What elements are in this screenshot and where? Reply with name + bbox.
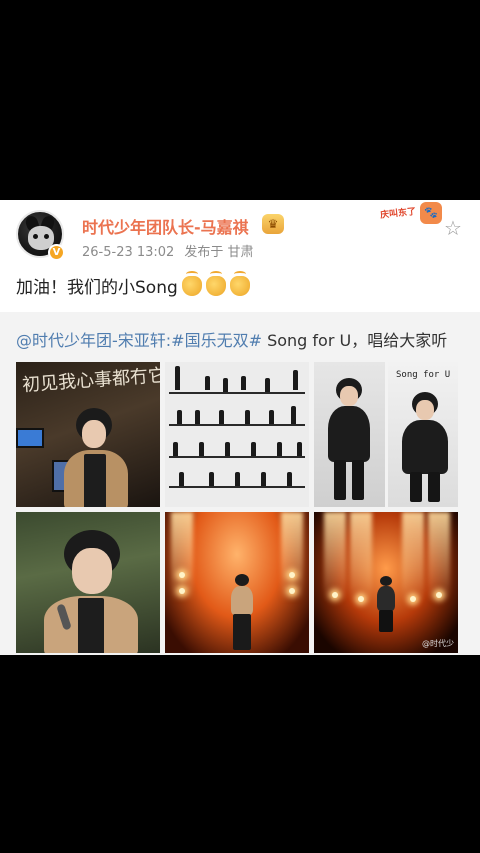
photo-watermark: @时代少: [422, 639, 454, 648]
person-suit: [328, 406, 370, 462]
stage-light-beam: [324, 512, 346, 602]
photo-figure: [277, 442, 282, 456]
clapping-hands-icon: [229, 271, 250, 296]
stage-spotlight: [358, 596, 364, 602]
stage-spotlight: [179, 588, 185, 594]
clapping-hands-icon: [181, 271, 202, 296]
person-face: [340, 386, 358, 406]
stage-spotlight: [410, 596, 416, 602]
decor-sticker: 庆叫东了 🐾: [380, 202, 446, 226]
stage-light-beam: [402, 512, 424, 602]
stage-spotlight: [436, 592, 442, 598]
repost-topic-link[interactable]: :#国乐无双#: [166, 331, 262, 350]
photo-figure: [265, 378, 270, 392]
person-shirt: [78, 598, 104, 653]
photo-figure: [205, 376, 210, 390]
post-location: 发布于 甘肃: [184, 245, 254, 260]
person-leg-right: [352, 460, 364, 500]
stage-spotlight: [332, 592, 338, 598]
photo-figure: [293, 370, 298, 390]
person-leg-left: [410, 472, 422, 502]
photo-figure: [223, 378, 228, 392]
paw-sticker-icon: 🐾: [420, 202, 442, 224]
photo-figure: [297, 442, 302, 456]
photo-figure: [173, 442, 178, 456]
photo-figure: [261, 472, 266, 486]
photo-figure: [219, 410, 224, 424]
person-face: [82, 420, 106, 448]
sticker-text: 庆叫东了: [379, 207, 417, 221]
person-leg-right: [428, 472, 440, 502]
person-legs: [233, 614, 251, 650]
person-suit: [402, 420, 448, 474]
photo-figure: [269, 410, 274, 424]
photo-screen-prop: [16, 428, 44, 448]
photo-figure: [225, 442, 230, 456]
photo-figure: [199, 442, 204, 456]
repost-photo-1[interactable]: 初见我心事都冇它: [16, 362, 160, 507]
post-content-text: 加油！我们的小Song: [16, 278, 178, 298]
photo-bar: [169, 392, 305, 394]
photo-figure: [245, 410, 250, 424]
repost-photo-7[interactable]: @时代少: [314, 512, 458, 653]
repost-text: @时代少年团-宋亚轩:#国乐无双# Song for U，唱给大家听: [16, 327, 447, 351]
person-hair: [380, 576, 392, 586]
crown-badge-icon[interactable]: ♛: [262, 214, 284, 234]
repost-photo-6[interactable]: [165, 512, 309, 653]
post-content: 加油！我们的小Song: [16, 271, 250, 298]
person-face: [416, 400, 434, 420]
photo-figure: [251, 442, 256, 456]
star-outline-icon[interactable]: ☆: [444, 218, 462, 238]
photo-figure: [179, 472, 184, 486]
photo-bar: [169, 424, 305, 426]
verified-v-icon: V: [48, 244, 65, 261]
repost-mention-link[interactable]: @时代少年团-宋亚轩: [16, 331, 166, 350]
repost-body-text: Song for U，唱给大家听: [262, 331, 448, 350]
avatar-eye-right: [44, 234, 49, 239]
person-shirt: [84, 454, 106, 507]
repost-photo-3[interactable]: [314, 362, 385, 507]
post-timestamp: 26-5-23 13:02: [82, 245, 175, 260]
person-legs: [379, 610, 393, 632]
photo-figure: [175, 366, 180, 390]
photo-caption-song: Song for U: [396, 370, 451, 380]
stage-spotlight: [289, 588, 295, 594]
photo-bar: [169, 486, 305, 488]
post-username[interactable]: 时代少年团队长-马嘉祺: [82, 214, 249, 238]
photo-figure: [287, 472, 292, 486]
photo-figure: [235, 472, 240, 486]
photo-figure: [177, 410, 182, 424]
repost-photo-2[interactable]: [165, 362, 309, 507]
person-coat: [231, 586, 253, 616]
person-hair: [235, 574, 249, 586]
person-face: [72, 548, 112, 594]
stage-light-beam: [428, 512, 450, 602]
person-coat: [377, 586, 395, 612]
photo-figure: [195, 410, 200, 424]
photo-figure: [209, 472, 214, 486]
avatar-eye-left: [33, 234, 38, 239]
photo-bar: [169, 456, 305, 458]
photo-caption-calligraphy: 初见我心事都冇它: [21, 364, 160, 396]
stage-spotlight: [289, 572, 295, 578]
photo-figure: [291, 406, 296, 424]
post-meta: 26-5-23 13:02 发布于 甘肃: [82, 241, 253, 260]
stage-light-beam: [350, 512, 372, 602]
repost-photo-5[interactable]: [16, 512, 160, 653]
person-leg-left: [334, 460, 346, 500]
clapping-hands-icon: [205, 271, 226, 296]
photo-figure: [241, 376, 246, 390]
repost-photo-4[interactable]: Song for U: [388, 362, 458, 507]
stage-spotlight: [179, 572, 185, 578]
